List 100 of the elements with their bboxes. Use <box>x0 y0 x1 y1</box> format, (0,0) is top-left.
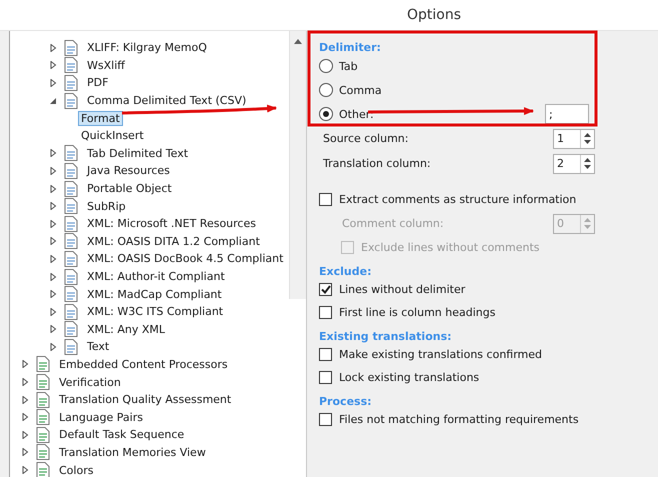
checkbox[interactable] <box>319 193 332 206</box>
tree-item[interactable]: XML: Microsoft .NET Resources <box>84 216 259 232</box>
tree-item[interactable]: Java Resources <box>84 163 173 178</box>
expand-triangle-icon[interactable] <box>48 184 58 194</box>
document-icon <box>64 321 78 338</box>
tree-item[interactable]: XML: MadCap Compliant <box>84 286 225 302</box>
number-spinner[interactable]: 2 <box>553 154 595 174</box>
checkbox-label: Files not matching formatting requirements <box>339 413 579 426</box>
tree-item[interactable]: Embedded Content Processors <box>56 356 231 372</box>
document-icon <box>64 286 78 302</box>
document-icon <box>64 162 78 179</box>
expand-triangle-icon[interactable] <box>20 430 30 440</box>
document-icon <box>36 426 50 443</box>
field-label: Comment column: <box>342 217 444 230</box>
section-heading: Delimiter: <box>319 41 382 54</box>
checkbox-label: Lock existing translations <box>339 371 480 384</box>
window-title: Options <box>407 7 462 23</box>
expand-triangle-icon[interactable] <box>48 236 58 246</box>
expand-triangle-icon[interactable] <box>48 272 58 282</box>
tree-item[interactable]: SubRip <box>84 198 129 214</box>
document-icon <box>36 392 50 408</box>
expand-triangle-icon[interactable] <box>48 148 58 158</box>
tree-item[interactable]: PDF <box>84 75 112 90</box>
expand-triangle-icon[interactable] <box>20 377 30 388</box>
expand-triangle-icon[interactable] <box>48 218 58 229</box>
checkbox[interactable] <box>319 283 332 296</box>
radio-label: Comma <box>339 84 382 96</box>
collapse-triangle-icon[interactable] <box>48 96 58 106</box>
expand-triangle-icon[interactable] <box>20 465 30 476</box>
checkbox[interactable] <box>319 348 332 361</box>
document-icon <box>64 57 78 74</box>
scroll-up-icon[interactable] <box>294 39 302 44</box>
tree-item[interactable]: XML: OASIS DocBook 4.5 Compliant <box>84 251 286 266</box>
checkbox[interactable] <box>319 371 332 384</box>
expand-triangle-icon[interactable] <box>48 42 58 53</box>
section-heading: Existing translations: <box>319 330 453 343</box>
expand-triangle-icon[interactable] <box>48 324 58 334</box>
document-icon <box>64 92 78 109</box>
expand-triangle-icon[interactable] <box>48 78 58 88</box>
delimiter-input-field[interactable]: ; <box>545 104 589 124</box>
radio-button[interactable] <box>319 107 333 121</box>
document-icon <box>64 250 78 267</box>
tree-item[interactable]: Translation Quality Assessment <box>56 392 234 408</box>
radio-button[interactable] <box>319 59 333 73</box>
tree-item[interactable]: XLIFF: Kilgray MemoQ <box>84 40 210 56</box>
tree-item[interactable]: QuickInsert <box>78 128 147 144</box>
expand-triangle-icon[interactable] <box>48 342 58 352</box>
field-label: Source column: <box>323 132 408 145</box>
tree-item[interactable]: WsXliff <box>84 58 128 73</box>
expand-triangle-icon[interactable] <box>48 201 58 212</box>
tree-item[interactable]: Language Pairs <box>56 410 146 425</box>
tree-item[interactable]: XML: OASIS DITA 1.2 Compliant <box>84 234 263 249</box>
document-icon <box>64 74 78 91</box>
tree-item[interactable]: XML: Author-it Compliant <box>84 269 228 284</box>
expand-triangle-icon[interactable] <box>20 394 30 405</box>
document-icon <box>64 304 78 320</box>
scrollbar[interactable] <box>289 31 306 299</box>
document-icon <box>64 233 78 250</box>
expand-triangle-icon[interactable] <box>48 60 58 70</box>
document-icon <box>64 40 78 56</box>
expand-triangle-icon[interactable] <box>20 359 30 370</box>
expand-triangle-icon[interactable] <box>48 166 58 176</box>
tree-item[interactable]: XML: W3C ITS Compliant <box>84 304 226 320</box>
radio-button[interactable] <box>319 83 333 97</box>
document-icon <box>64 180 78 197</box>
tree-item[interactable]: Verification <box>56 374 124 390</box>
tree-item[interactable]: Comma Delimited Text (CSV) <box>84 93 250 108</box>
tree-item[interactable]: Format <box>78 110 123 126</box>
expand-triangle-icon[interactable] <box>20 447 30 458</box>
radio-label: Tab <box>339 60 358 72</box>
tree-item[interactable]: Portable Object <box>84 181 175 196</box>
checkbox-label: First line is column headings <box>339 306 496 319</box>
document-icon <box>36 356 50 372</box>
document-icon <box>64 338 78 355</box>
expand-triangle-icon[interactable] <box>48 289 58 300</box>
section-heading: Process: <box>319 395 373 408</box>
document-icon <box>36 374 50 390</box>
checkbox-label: Make existing translations confirmed <box>339 348 542 361</box>
checkbox-label: Extract comments as structure information <box>339 193 576 206</box>
document-icon <box>64 216 78 232</box>
expand-triangle-icon[interactable] <box>48 306 58 317</box>
field-label: Translation column: <box>323 157 431 170</box>
checkbox-label: Lines without delimiter <box>339 283 466 296</box>
tree-item[interactable]: XML: Any XML <box>84 322 168 337</box>
radio-label: Other: <box>339 108 374 120</box>
expand-triangle-icon[interactable] <box>20 412 30 422</box>
document-icon <box>36 444 50 460</box>
tree-item[interactable]: Colors <box>56 462 96 477</box>
checkbox[interactable] <box>319 306 332 319</box>
document-icon <box>64 198 78 214</box>
expand-triangle-icon[interactable] <box>48 254 58 264</box>
tree-item[interactable]: Translation Memories View <box>56 444 209 460</box>
section-heading: Exclude: <box>319 265 372 278</box>
tree-item[interactable]: Tab Delimited Text <box>84 146 192 161</box>
number-spinner[interactable]: 1 <box>553 128 595 148</box>
tree-item[interactable]: Default Task Sequence <box>56 427 188 442</box>
document-icon <box>64 145 78 162</box>
tree-item[interactable]: Text <box>84 339 112 354</box>
document-icon <box>64 268 78 285</box>
checkbox[interactable] <box>319 413 332 426</box>
